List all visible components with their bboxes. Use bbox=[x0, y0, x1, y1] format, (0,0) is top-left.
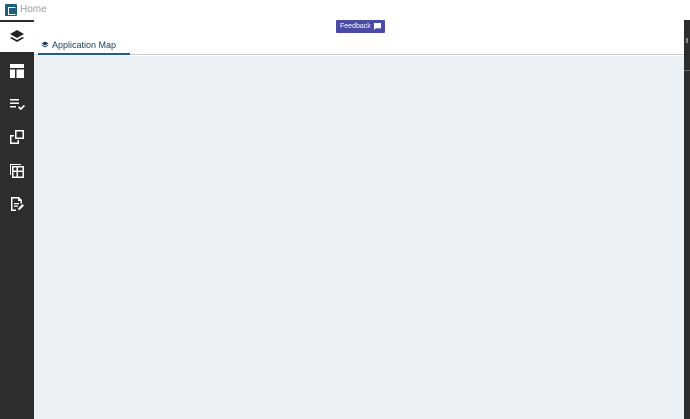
copy-pages-icon bbox=[10, 130, 24, 144]
sidebar-item-dashboard[interactable] bbox=[0, 56, 34, 86]
header: Feedback Application Map bbox=[34, 20, 684, 55]
tab-application-map[interactable]: Application Map bbox=[38, 37, 130, 55]
comment-icon bbox=[373, 23, 381, 30]
feedback-button[interactable]: Feedback bbox=[336, 20, 385, 33]
tab-label: Application Map bbox=[52, 40, 117, 50]
layers-icon bbox=[10, 30, 24, 42]
checklist-icon bbox=[10, 99, 25, 111]
sidebar-item-copy[interactable] bbox=[0, 122, 34, 152]
feedback-label: Feedback bbox=[340, 23, 371, 30]
panel-divider bbox=[684, 70, 690, 71]
panel-toggle-marker[interactable] bbox=[686, 38, 688, 43]
application-map-canvas[interactable] bbox=[34, 56, 684, 419]
sidebar-item-checklist[interactable] bbox=[0, 89, 34, 119]
window-title: Home bbox=[20, 4, 47, 15]
app-logo-icon bbox=[5, 4, 17, 16]
sidebar bbox=[0, 20, 34, 419]
sidebar-item-table[interactable] bbox=[0, 156, 34, 186]
sidebar-item-document[interactable] bbox=[0, 189, 34, 219]
grid-table-icon bbox=[10, 164, 24, 178]
layers-icon bbox=[41, 41, 49, 48]
title-bar: Home bbox=[0, 0, 690, 20]
document-edit-icon bbox=[11, 197, 24, 211]
sidebar-item-application-map[interactable] bbox=[0, 22, 34, 52]
dashboard-layout-icon bbox=[10, 64, 24, 78]
right-panel-strip bbox=[684, 20, 690, 419]
